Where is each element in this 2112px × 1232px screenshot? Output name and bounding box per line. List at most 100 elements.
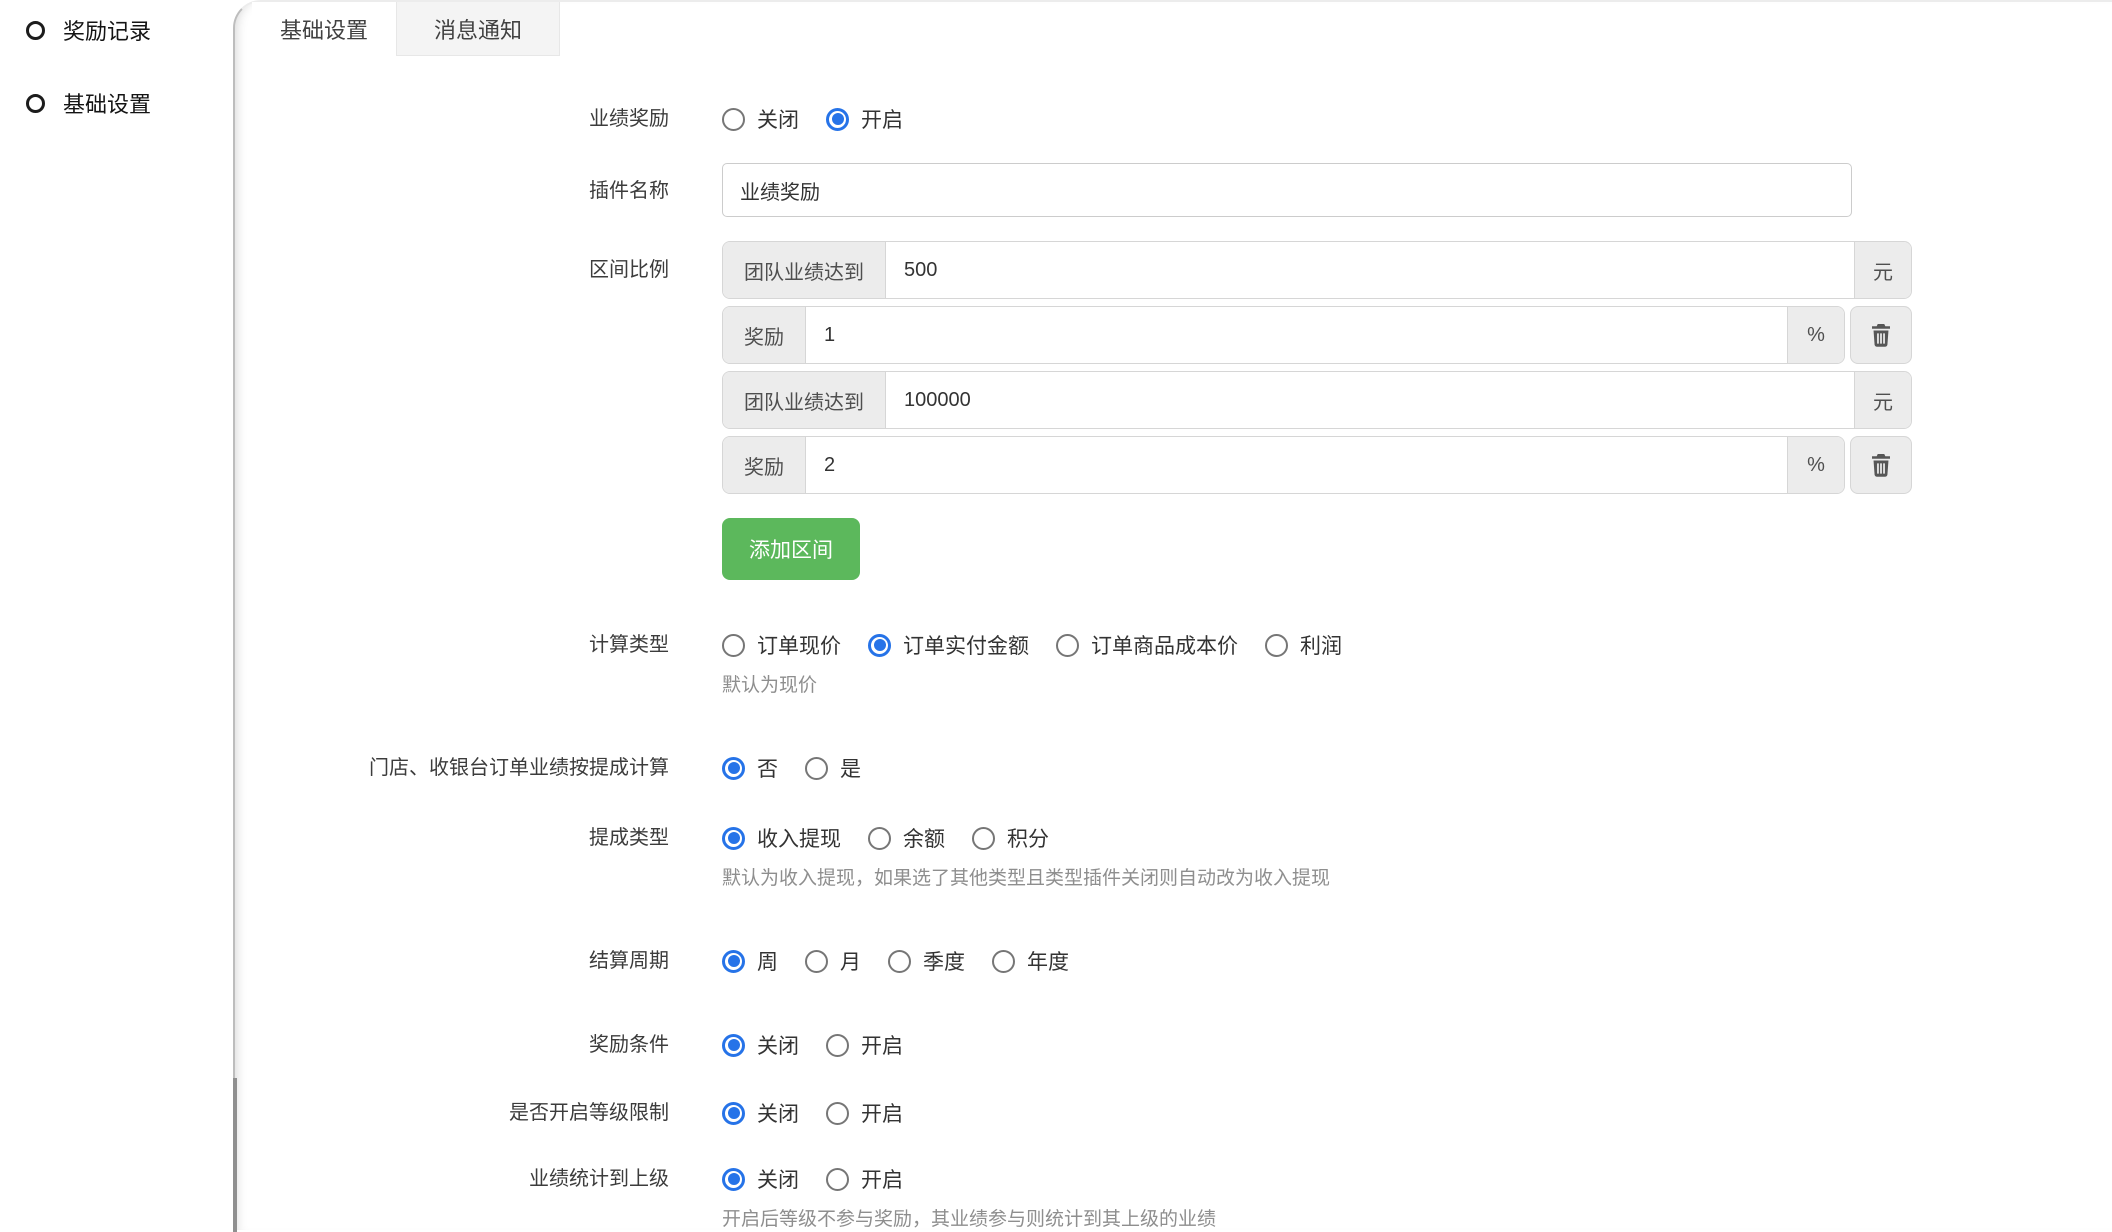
radio-option-label: 余额 xyxy=(903,823,945,853)
tab-message-notice[interactable]: 消息通知 xyxy=(396,2,560,56)
interval-unit-label: % xyxy=(1787,437,1844,493)
radio-option-label: 开启 xyxy=(861,104,903,134)
radio-unchecked-icon[interactable] xyxy=(805,950,828,973)
radio-option-label: 关闭 xyxy=(757,1164,799,1194)
radio-option-label: 季度 xyxy=(923,946,965,976)
interval-reward-input[interactable] xyxy=(806,307,1787,363)
row-plugin-name: 插件名称 xyxy=(237,163,2112,217)
radio-unchecked-icon[interactable] xyxy=(722,108,745,131)
radio-unchecked-icon[interactable] xyxy=(722,634,745,657)
scrollbar-thumb[interactable] xyxy=(233,1078,237,1232)
radio-option[interactable]: 是 xyxy=(805,753,861,783)
delete-interval-button[interactable] xyxy=(1850,436,1912,494)
interval-row: 奖励 % xyxy=(722,436,1912,494)
circle-icon xyxy=(26,94,45,113)
radio-option-label: 关闭 xyxy=(757,104,799,134)
interval-threshold-input[interactable] xyxy=(886,372,1854,428)
radio-option[interactable]: 订单现价 xyxy=(722,630,841,660)
radio-option-label: 是 xyxy=(840,753,861,783)
radio-unchecked-icon[interactable] xyxy=(826,1034,849,1057)
interval-row: 团队业绩达到 元 xyxy=(722,241,1912,299)
calc-type-radio-group: 订单现价订单实付金额订单商品成本价 利润 xyxy=(722,630,1342,660)
row-commission-type: 提成类型 收入提现 余额积分 默认为收入提现，如果选了其他类型且类型插件关闭则自动… xyxy=(237,823,2112,891)
radio-option[interactable]: 订单实付金额 xyxy=(868,630,1029,660)
helper-text: 默认为收入提现，如果选了其他类型且类型插件关闭则自动改为收入提现 xyxy=(722,867,1330,891)
radio-option[interactable]: 年度 xyxy=(992,946,1069,976)
row-settlement-cycle: 结算周期 周 月 季度 年度 xyxy=(237,946,2112,976)
sidebar-item-reward-records[interactable]: 奖励记录 xyxy=(0,8,233,52)
add-interval-button[interactable]: 添加区间 xyxy=(722,518,860,580)
field-label: 门店、收银台订单业绩按提成计算 xyxy=(237,753,669,783)
interval-threshold-input[interactable] xyxy=(886,242,1854,298)
row-stats-to-parent: 业绩统计到上级 关闭开启 开启后等级不参与奖励，其业绩参与则统计到其上级的业绩 xyxy=(237,1164,2112,1232)
radio-option[interactable]: 开启 xyxy=(826,1098,903,1128)
sidebar-item-basic-settings[interactable]: 基础设置 xyxy=(0,81,233,125)
radio-option-label: 关闭 xyxy=(757,1098,799,1128)
row-interval-ratio: 区间比例 团队业绩达到 元 奖励 % xyxy=(237,241,2112,580)
radio-option[interactable]: 开启 xyxy=(826,1030,903,1060)
interval-unit-label: 元 xyxy=(1854,372,1911,428)
radio-option[interactable]: 积分 xyxy=(972,823,1049,853)
radio-option[interactable]: 否 xyxy=(722,753,778,783)
radio-option[interactable]: 关闭 xyxy=(722,1098,799,1128)
interval-prefix-label: 团队业绩达到 xyxy=(723,372,886,428)
radio-option[interactable]: 月 xyxy=(805,946,861,976)
radio-checked-icon[interactable] xyxy=(722,757,745,780)
radio-option-label: 开启 xyxy=(861,1030,903,1060)
radio-option[interactable]: 利润 xyxy=(1265,630,1342,660)
radio-option[interactable]: 订单商品成本价 xyxy=(1056,630,1238,660)
field-label: 提成类型 xyxy=(237,823,669,853)
radio-unchecked-icon[interactable] xyxy=(888,950,911,973)
sidebar-item-label: 奖励记录 xyxy=(63,14,151,46)
tab-label: 消息通知 xyxy=(434,13,522,45)
interval-unit-label: 元 xyxy=(1854,242,1911,298)
radio-checked-icon[interactable] xyxy=(722,1168,745,1191)
stats-to-parent-radio-group: 关闭开启 xyxy=(722,1164,1216,1194)
interval-row: 奖励 % xyxy=(722,306,1912,364)
radio-unchecked-icon[interactable] xyxy=(826,1102,849,1125)
delete-interval-button[interactable] xyxy=(1850,306,1912,364)
radio-unchecked-icon[interactable] xyxy=(826,1168,849,1191)
radio-option[interactable]: 季度 xyxy=(888,946,965,976)
sidebar: 奖励记录 基础设置 xyxy=(0,0,233,1230)
trash-icon xyxy=(1867,451,1895,479)
radio-unchecked-icon[interactable] xyxy=(868,827,891,850)
tab-basic-settings[interactable]: 基础设置 xyxy=(252,2,396,56)
radio-option-label: 月 xyxy=(840,946,861,976)
radio-option[interactable]: 开启 xyxy=(826,1164,903,1194)
main-panel: 基础设置 消息通知 业绩奖励 关闭开启 插件名称 xyxy=(233,0,2112,1230)
radio-option[interactable]: 收入提现 xyxy=(722,823,841,853)
field-label: 业绩统计到上级 xyxy=(237,1164,669,1194)
radio-option[interactable]: 关闭 xyxy=(722,104,799,134)
radio-option[interactable]: 关闭 xyxy=(722,1164,799,1194)
radio-option[interactable]: 开启 xyxy=(826,104,903,134)
radio-checked-icon[interactable] xyxy=(722,827,745,850)
radio-checked-icon[interactable] xyxy=(826,108,849,131)
radio-checked-icon[interactable] xyxy=(722,1034,745,1057)
radio-checked-icon[interactable] xyxy=(868,634,891,657)
radio-option[interactable]: 关闭 xyxy=(722,1030,799,1060)
level-limit-radio-group: 关闭开启 xyxy=(722,1098,903,1128)
radio-unchecked-icon[interactable] xyxy=(992,950,1015,973)
radio-unchecked-icon[interactable] xyxy=(805,757,828,780)
radio-option[interactable]: 余额 xyxy=(868,823,945,853)
interval-reward-input[interactable] xyxy=(806,437,1787,493)
row-level-limit: 是否开启等级限制 关闭开启 xyxy=(237,1098,2112,1128)
radio-unchecked-icon[interactable] xyxy=(972,827,995,850)
performance-reward-radio-group: 关闭 开启 xyxy=(722,104,903,134)
field-label: 区间比例 xyxy=(237,241,669,285)
radio-option[interactable]: 周 xyxy=(722,946,778,976)
field-label: 结算周期 xyxy=(237,946,669,976)
radio-checked-icon[interactable] xyxy=(722,1102,745,1125)
radio-option-label: 年度 xyxy=(1027,946,1069,976)
radio-unchecked-icon[interactable] xyxy=(1056,634,1079,657)
radio-option-label: 关闭 xyxy=(757,1030,799,1060)
interval-prefix-label: 奖励 xyxy=(723,307,806,363)
radio-option-label: 利润 xyxy=(1300,630,1342,660)
field-label: 业绩奖励 xyxy=(237,104,669,134)
radio-unchecked-icon[interactable] xyxy=(1265,634,1288,657)
radio-option-label: 收入提现 xyxy=(757,823,841,853)
helper-text: 开启后等级不参与奖励，其业绩参与则统计到其上级的业绩 xyxy=(722,1208,1216,1232)
plugin-name-input[interactable] xyxy=(722,163,1852,217)
radio-checked-icon[interactable] xyxy=(722,950,745,973)
